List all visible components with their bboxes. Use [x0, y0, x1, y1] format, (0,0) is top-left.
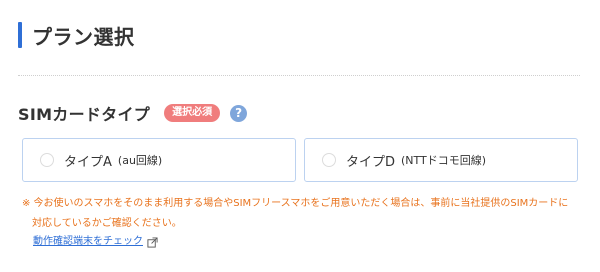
- sim-type-label: SIMカードタイプ: [18, 105, 151, 124]
- note-line-1: ※ 今お使いのスマホをそのまま利用する場合やSIMフリースマホをご用意いただく場…: [22, 198, 569, 209]
- option-type-d-carrier: (NTTドコモ回線): [401, 154, 487, 167]
- page-title-block: プラン選択: [18, 22, 135, 49]
- title-accent-bar: [18, 22, 22, 48]
- option-type-a-carrier: (au回線): [117, 154, 163, 167]
- section-divider: [18, 75, 580, 76]
- option-type-d[interactable]: タイプD (NTTドコモ回線): [304, 138, 578, 182]
- page-title: プラン選択: [32, 24, 135, 49]
- compatibility-note: ※ 今お使いのスマホをそのまま利用する場合やSIMフリースマホをご用意いただく場…: [22, 194, 582, 234]
- sim-section-header: SIMカードタイプ 選択必須 ?: [18, 102, 248, 124]
- note-line-2: 対応しているかご確認ください。: [32, 218, 182, 229]
- radio-button-type-a[interactable]: [40, 153, 54, 167]
- option-type-a[interactable]: タイプA (au回線): [22, 138, 296, 182]
- check-devices-link-label[interactable]: 動作確認端末をチェック: [33, 234, 143, 250]
- option-type-d-label: タイプD: [346, 154, 396, 170]
- external-link-icon: [147, 236, 158, 248]
- required-badge: 選択必須: [164, 104, 221, 122]
- option-type-a-label: タイプA: [64, 154, 112, 170]
- check-devices-link[interactable]: 動作確認端末をチェック: [33, 234, 158, 250]
- help-icon[interactable]: ?: [230, 104, 248, 122]
- radio-button-type-d[interactable]: [322, 153, 336, 167]
